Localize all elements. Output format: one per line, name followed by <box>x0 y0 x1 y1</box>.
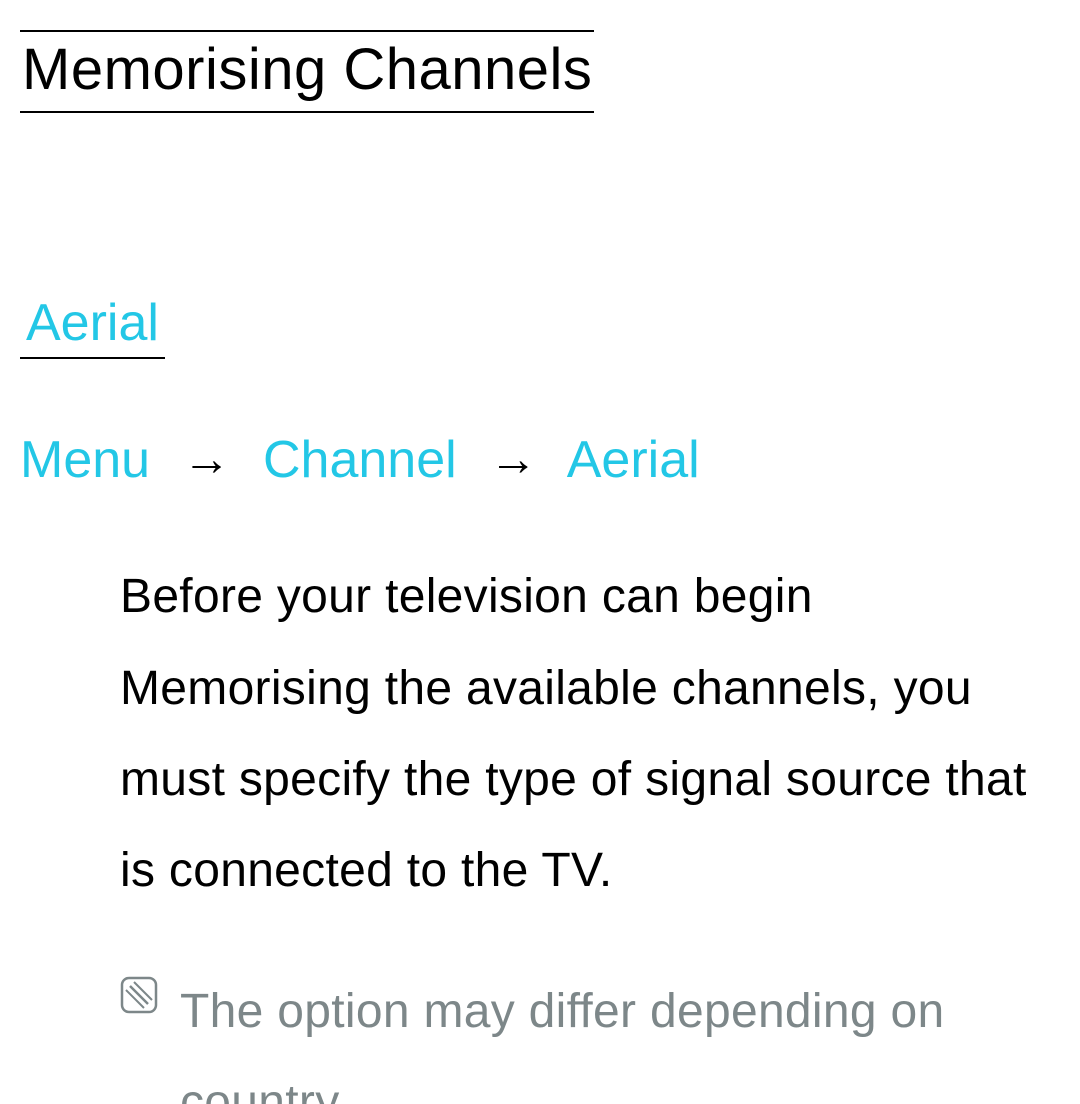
section-heading-aerial: Aerial <box>20 293 165 359</box>
note-row: The option may differ depending on count… <box>120 966 1030 1104</box>
breadcrumb-item-aerial: Aerial <box>567 431 700 489</box>
note-icon <box>120 976 158 1019</box>
arrow-right-icon: → <box>471 431 555 489</box>
arrow-right-icon: → <box>165 431 249 489</box>
breadcrumb-item-menu: Menu <box>20 431 150 489</box>
breadcrumb-item-channel: Channel <box>263 431 457 489</box>
manual-page: Memorising Channels Aerial Menu → Channe… <box>0 0 1080 1104</box>
note-text: The option may differ depending on count… <box>180 966 1030 1104</box>
breadcrumb: Menu → Channel → Aerial <box>20 429 1060 491</box>
body-paragraph: Before your television can begin Memoris… <box>120 551 1030 916</box>
page-title: Memorising Channels <box>20 30 594 113</box>
